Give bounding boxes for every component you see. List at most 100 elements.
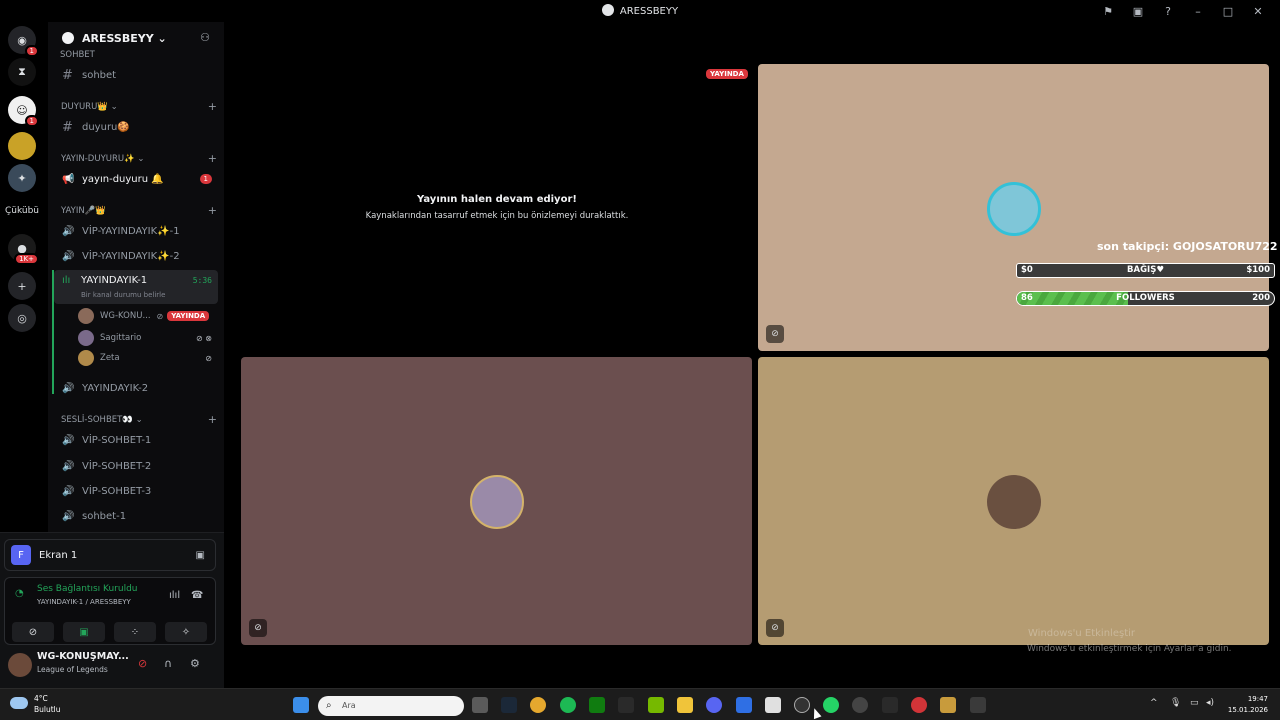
- server-avatar-4[interactable]: ● 1K+: [8, 234, 39, 265]
- app-icon[interactable]: [765, 697, 781, 713]
- channel-vip-sohbet-1[interactable]: 🔊 VİP-SOHBET-1: [54, 429, 218, 451]
- participant-tile[interactable]: ⊘: [758, 357, 1269, 645]
- chrome-icon[interactable]: [530, 697, 546, 713]
- spotify-icon[interactable]: [560, 697, 576, 713]
- voice-user[interactable]: Zeta ⊘: [78, 348, 218, 368]
- voice-user[interactable]: WG-KONU... ⊘ YAYINDA: [78, 306, 218, 326]
- category-duyuru[interactable]: DUYURU👑 ⌄ +: [61, 100, 217, 113]
- close-icon[interactable]: ✕: [1244, 3, 1272, 19]
- add-server-icon[interactable]: +: [8, 272, 36, 300]
- start-icon[interactable]: [293, 697, 309, 713]
- settings-gear-icon[interactable]: ⚙: [190, 657, 200, 670]
- screen-share-card[interactable]: F Ekran 1 ▣: [4, 539, 216, 571]
- minimize-icon[interactable]: –: [1184, 3, 1212, 19]
- stop-share-icon[interactable]: ▣: [196, 550, 205, 561]
- taskbar: 4°C Bulutlu ⌕ Ara ^ 🎙 ▭ ◂) 19:47 15.01.20…: [0, 688, 1280, 720]
- volume-icon[interactable]: ◂): [1206, 698, 1214, 708]
- hash-icon: #: [62, 67, 73, 83]
- channel-yayindayik-1-active[interactable]: ılı YAYINDAYIK-1 5:36 Bir kanal durumu b…: [54, 270, 218, 304]
- user-avatar[interactable]: [8, 653, 32, 677]
- disconnect-icon[interactable]: ☎: [191, 590, 203, 601]
- title-bar: ARESSBEYY ⚑ ▣ ? – □ ✕: [0, 0, 1280, 22]
- avatar: [78, 350, 94, 366]
- channel-vip-yayindayik-2[interactable]: 🔊 VİP-YAYINDAYIK✨-2: [54, 245, 218, 267]
- text-server[interactable]: Çükübü: [0, 206, 44, 216]
- server-avatar-3[interactable]: ✦: [8, 164, 36, 192]
- channel-sohbet-1[interactable]: 🔊 sohbet-1: [54, 505, 218, 527]
- headphones-icon[interactable]: ∩: [164, 657, 172, 670]
- channel-status[interactable]: Bir kanal durumu belirle: [81, 291, 165, 299]
- last-follower-text: son takipçi: GOJOSATORU722: [1097, 240, 1278, 253]
- obs-icon[interactable]: [794, 697, 810, 713]
- add-channel-icon[interactable]: +: [208, 204, 217, 217]
- cloud-icon: [10, 697, 28, 709]
- discord-icon[interactable]: [706, 697, 722, 713]
- muted-mic-icon: ⊘: [766, 619, 784, 637]
- category-sesli-sohbet[interactable]: SESLİ-SOHBET👀 ⌄ +: [61, 413, 217, 426]
- voice-status-card: ◔ Ses Bağlantısı Kuruldu YAYINDAYIK-1 / …: [4, 577, 216, 645]
- channel-duyuru[interactable]: # duyuru🍪: [54, 116, 218, 138]
- mic-icon[interactable]: 🎙: [1170, 698, 1181, 708]
- clock[interactable]: 19:47 15.01.2026: [1228, 694, 1268, 716]
- channel-yayindayik-2[interactable]: 🔊 YAYINDAYIK-2: [54, 377, 218, 399]
- discord-home-icon[interactable]: ◉ 1: [8, 26, 39, 57]
- steam-icon[interactable]: [501, 697, 517, 713]
- participant-tile[interactable]: ⊘: [241, 357, 752, 645]
- server-avatar-2[interactable]: [8, 132, 36, 160]
- league-of-legends-icon[interactable]: [940, 697, 956, 713]
- file-explorer-icon[interactable]: [677, 697, 693, 713]
- noise-suppression-icon[interactable]: ılıl: [169, 590, 180, 601]
- category-yayin-duyuru[interactable]: YAYIN-DUYURU✨ ⌄ +: [61, 152, 217, 165]
- add-channel-icon[interactable]: +: [208, 152, 217, 165]
- app-icon[interactable]: [618, 697, 634, 713]
- live-badge: YAYINDA: [706, 69, 748, 79]
- task-view-icon[interactable]: [472, 697, 488, 713]
- epic-games-icon[interactable]: [882, 697, 898, 713]
- network-icon[interactable]: ▭: [1190, 698, 1199, 708]
- activation-watermark-title: Windows'u Etkinleştir: [1028, 628, 1136, 639]
- inbox-icon[interactable]: ▣: [1124, 3, 1152, 19]
- taskbar-search[interactable]: ⌕ Ara: [318, 696, 464, 716]
- activities-button[interactable]: ⁘: [114, 622, 156, 642]
- help-icon[interactable]: ?: [1154, 3, 1182, 19]
- flag-icon[interactable]: ⚑: [1094, 3, 1122, 19]
- voice-user[interactable]: Sagittario ⊘ ⊗: [78, 328, 218, 348]
- app-icon[interactable]: [736, 697, 752, 713]
- add-channel-icon[interactable]: +: [208, 100, 217, 113]
- soundboard-button[interactable]: ✧: [165, 622, 207, 642]
- server-logo-icon: [601, 4, 614, 16]
- screen-share-button[interactable]: ▣: [63, 622, 105, 642]
- window-title: ARESSBEYY: [0, 4, 1280, 17]
- channel-vip-sohbet-3[interactable]: 🔊 VİP-SOHBET-3: [54, 480, 218, 502]
- user-area[interactable]: WG-KONUŞMAY... League of Legends ⊘ ∩ ⚙: [4, 647, 216, 685]
- camera-off-button[interactable]: ⊘: [12, 622, 54, 642]
- speaker-icon: 🔊: [62, 485, 75, 497]
- voice-wave-icon: ılı: [62, 275, 71, 286]
- xbox-icon[interactable]: [589, 697, 605, 713]
- server-avatar-1[interactable]: ☺ 1: [8, 96, 39, 127]
- settings-icon[interactable]: [852, 697, 868, 713]
- muted-mic-icon: ⊘: [249, 619, 267, 637]
- app-icon[interactable]: [911, 697, 927, 713]
- speaker-icon: 🔊: [62, 382, 75, 394]
- mute-mic-icon[interactable]: ⊘: [138, 657, 147, 670]
- hourglass-server-icon[interactable]: ⧗: [8, 58, 36, 86]
- participant-tile[interactable]: ⊘: [758, 64, 1269, 351]
- category-yayin[interactable]: YAYIN🎤👑 +: [61, 204, 217, 217]
- channel-vip-yayindayik-1[interactable]: 🔊 VİP-YAYINDAYIK✨-1: [54, 220, 218, 242]
- category-sohbet[interactable]: SOHBET: [60, 50, 216, 58]
- speaker-icon: 🔊: [62, 434, 75, 446]
- channel-yayin-duyuru[interactable]: 📢 yayın-duyuru 🔔 1: [54, 168, 218, 190]
- maximize-icon[interactable]: □: [1214, 3, 1242, 19]
- add-member-icon[interactable]: ⚇: [200, 31, 210, 44]
- whatsapp-icon[interactable]: [823, 697, 839, 713]
- hash-icon: #: [62, 119, 73, 135]
- app-icon[interactable]: [970, 697, 986, 713]
- add-channel-icon[interactable]: +: [208, 413, 217, 426]
- channel-sohbet[interactable]: # sohbet: [54, 64, 218, 86]
- explore-icon[interactable]: ◎: [8, 304, 36, 332]
- nvidia-icon[interactable]: [648, 697, 664, 713]
- channel-vip-sohbet-2[interactable]: 🔊 VİP-SOHBET-2: [54, 455, 218, 477]
- avatar: [987, 182, 1041, 236]
- chevron-up-icon[interactable]: ^: [1150, 698, 1158, 708]
